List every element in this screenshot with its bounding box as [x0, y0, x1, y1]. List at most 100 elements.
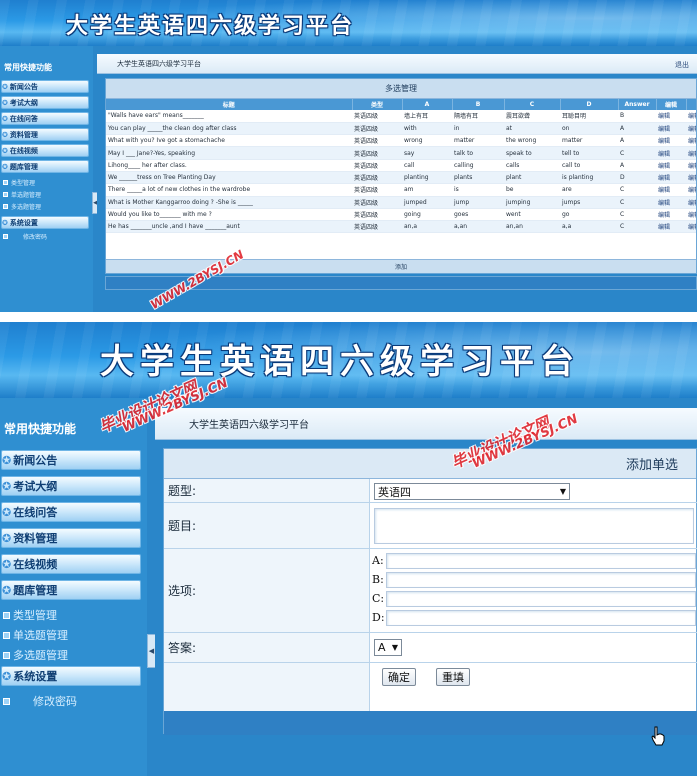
cell-d: are	[560, 183, 618, 197]
menu-exam-outline[interactable]: ✪ 考试大纲	[1, 96, 89, 109]
star-icon: ✪	[2, 669, 12, 683]
edit-link[interactable]: 编辑	[686, 220, 696, 234]
sidebar-item-type-manage[interactable]: 类型管理	[3, 178, 35, 187]
cell-answer: C	[618, 146, 656, 160]
option-a-input[interactable]	[386, 553, 696, 569]
star-icon: ✪	[2, 218, 8, 227]
menu-exam-outline[interactable]: ✪ 考试大纲	[1, 476, 141, 496]
cell-title: What is Mother Kanggarroo doing ? -She i…	[106, 196, 352, 209]
sidebar-item-multi-choice[interactable]: 多选题管理	[3, 647, 68, 663]
edit-link[interactable]: 编辑	[686, 134, 696, 148]
reset-button[interactable]: 重填	[436, 668, 470, 686]
cell-type: 英语四级	[352, 183, 402, 197]
add-button[interactable]: 添加	[106, 259, 696, 273]
menu-system-settings[interactable]: ✪ 系统设置	[1, 216, 89, 229]
option-c-input[interactable]	[386, 591, 696, 607]
bullet-icon	[3, 180, 8, 185]
cell-answer: D	[618, 171, 656, 185]
edit-link[interactable]: 编辑	[656, 159, 686, 172]
edit-link[interactable]: 编辑	[656, 183, 686, 197]
cell-c: the wrong	[504, 134, 560, 148]
menu-news[interactable]: ✪ 新闻公告	[1, 80, 89, 93]
edit-link[interactable]: 编辑	[656, 110, 686, 123]
edit-link[interactable]: 编辑	[656, 196, 686, 209]
edit-link[interactable]: 编辑	[656, 122, 686, 136]
cell-b: jump	[452, 196, 504, 209]
options-label: 选项:	[164, 549, 370, 632]
cell-type: 英语四级	[352, 196, 402, 209]
cell-b: a,an	[452, 220, 504, 234]
edit-link[interactable]: 编辑	[686, 146, 696, 160]
menu-system-settings[interactable]: ✪ 系统设置	[1, 666, 141, 686]
cell-c: be	[504, 183, 560, 197]
row-options: 选项: A: B: C: D:	[164, 549, 697, 633]
menu-online-qa[interactable]: ✪ 在线问答	[1, 502, 141, 522]
edit-link[interactable]: 编辑	[686, 122, 696, 136]
question-text-input[interactable]	[374, 508, 694, 544]
sidebar-item-change-password[interactable]: 修改密码	[3, 693, 77, 709]
edit-link[interactable]: 编辑	[656, 208, 686, 222]
cell-type: 英语四级	[352, 171, 402, 185]
menu-question-bank[interactable]: ✪ 题库管理	[1, 160, 89, 173]
edit-link[interactable]: 编辑	[686, 110, 696, 123]
cell-type: 英语四级	[352, 122, 402, 136]
sidebar-item-single-choice[interactable]: 单选题管理	[3, 627, 68, 643]
cell-answer: A	[618, 159, 656, 172]
sidebar-item-multi-choice[interactable]: 多选题管理	[3, 202, 41, 211]
menu-materials[interactable]: ✪ 资料管理	[1, 528, 141, 548]
menu-materials[interactable]: ✪ 资料管理	[1, 128, 89, 141]
question-type-select[interactable]: 英语四 ▼	[374, 483, 570, 500]
question-text-label: 题目:	[164, 503, 370, 548]
edit-link[interactable]: 编辑	[656, 146, 686, 160]
edit-link[interactable]: 编辑	[656, 220, 686, 234]
menu-online-qa[interactable]: ✪ 在线问答	[1, 112, 89, 125]
cell-a: 墙上有耳	[402, 110, 452, 123]
edit-link[interactable]: 编辑	[686, 208, 696, 222]
cell-d: call to	[560, 159, 618, 172]
table-row: What is Mother Kanggarroo doing ? -She i…	[106, 196, 696, 209]
menu-question-bank[interactable]: ✪ 题库管理	[1, 580, 141, 600]
breadcrumb: 大学生英语四六级学习平台 退出	[97, 54, 697, 74]
option-a-label: A:	[372, 554, 384, 567]
row-question-type: 题型: 英语四 ▼	[164, 479, 697, 503]
cell-title: He has _______uncle ,and I have _______a…	[106, 220, 352, 234]
cell-answer: C	[618, 220, 656, 234]
cell-b: in	[452, 122, 504, 136]
answer-select[interactable]: A ▼	[374, 639, 402, 656]
sidebar-item-type-manage[interactable]: 类型管理	[3, 607, 57, 623]
option-d-input[interactable]	[386, 610, 696, 626]
edit-link[interactable]: 编辑	[656, 134, 686, 148]
star-icon: ✪	[2, 98, 8, 107]
star-icon: ✪	[2, 531, 12, 545]
edit-link[interactable]: 编辑	[656, 171, 686, 185]
cell-d: a,a	[560, 220, 618, 234]
table-row: Lihong____ her after class. 英语四级 call calli…	[106, 159, 696, 172]
menu-news[interactable]: ✪ 新闻公告	[1, 450, 141, 470]
logout-link[interactable]: 退出	[675, 60, 689, 70]
edit-link[interactable]: 编辑	[686, 159, 696, 172]
cell-type: 英语四级	[352, 220, 402, 234]
edit-link[interactable]: 编辑	[686, 196, 696, 209]
cell-a: call	[402, 159, 452, 172]
sidebar: 常用快捷功能 ✪ 新闻公告 ✪ 考试大纲 ✪ 在线问答 ✪ 资料管理 ✪ 在线视频 ✪ 题库…	[0, 398, 147, 776]
sidebar-item-change-password[interactable]: 修改密码	[3, 232, 47, 241]
option-b-input[interactable]	[386, 572, 696, 588]
quick-functions-title: 常用快捷功能	[4, 422, 77, 436]
cell-d: is planting	[560, 171, 618, 185]
menu-online-video[interactable]: ✪ 在线视频	[1, 144, 89, 157]
cell-d: go	[560, 208, 618, 222]
bullet-icon	[3, 697, 10, 705]
sidebar-item-single-choice[interactable]: 单选题管理	[3, 190, 41, 199]
edit-link[interactable]: 编辑	[686, 171, 696, 185]
table-header: 标题 类型 A B C D Answer 编辑	[106, 99, 696, 110]
cell-title: We ______tress on Tree Planting Day	[106, 171, 352, 185]
confirm-button[interactable]: 确定	[382, 668, 416, 686]
row-question-text: 题目:	[164, 503, 697, 549]
star-icon: ✪	[2, 146, 8, 155]
cell-c: jumping	[504, 196, 560, 209]
bullet-icon	[3, 204, 8, 209]
bullet-icon	[3, 631, 10, 639]
menu-online-video[interactable]: ✪ 在线视频	[1, 554, 141, 574]
cell-b: talk to	[452, 146, 504, 160]
edit-link[interactable]: 编辑	[686, 183, 696, 197]
